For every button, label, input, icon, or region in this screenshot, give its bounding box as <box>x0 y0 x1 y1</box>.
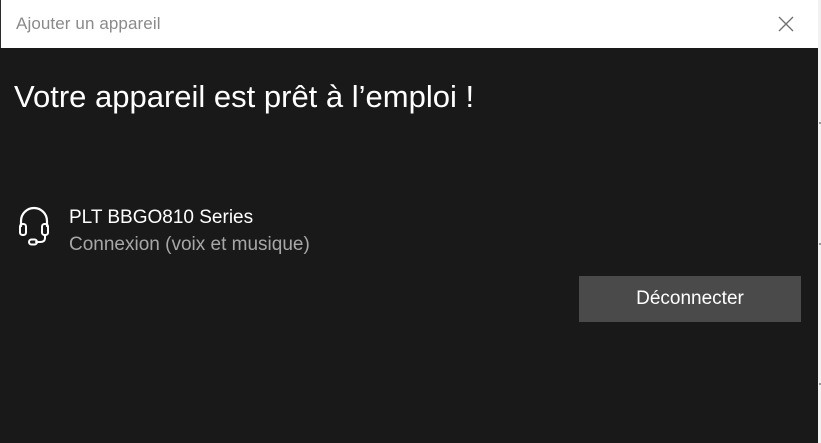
window-title: Ajouter un appareil <box>16 14 161 33</box>
close-button[interactable] <box>754 0 818 48</box>
dialog-content: Votre appareil est prêt à l’emploi ! PLT… <box>0 48 818 443</box>
device-item: PLT BBGO810 Series Connexion (voix et mu… <box>18 204 518 260</box>
page-title: Votre appareil est prêt à l’emploi ! <box>14 79 475 114</box>
headset-icon <box>19 206 49 246</box>
device-status: Connexion (voix et musique) <box>69 234 310 255</box>
title-bar: Ajouter un appareil <box>0 0 818 48</box>
close-icon <box>778 16 794 32</box>
add-device-dialog: Ajouter un appareil Votre appareil est p… <box>0 0 818 443</box>
device-name: PLT BBGO810 Series <box>69 207 254 228</box>
disconnect-button[interactable]: Déconnecter <box>579 276 801 322</box>
